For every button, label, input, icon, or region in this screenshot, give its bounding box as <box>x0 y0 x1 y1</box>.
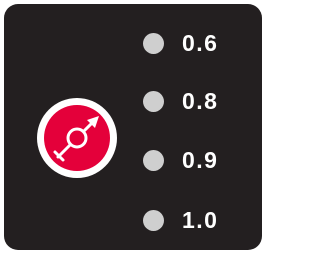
indicator-light <box>143 209 164 231</box>
option-0-6[interactable]: 0.6 <box>143 29 253 57</box>
flow-control-icon <box>53 116 99 162</box>
option-label: 0.8 <box>182 87 219 114</box>
indicator-light <box>143 90 164 112</box>
option-label: 0.6 <box>182 29 219 56</box>
selector-dial[interactable] <box>37 98 117 178</box>
indicator-light <box>143 32 164 54</box>
option-0-9[interactable]: 0.9 <box>143 146 253 174</box>
option-label: 1.0 <box>182 206 219 233</box>
option-0-8[interactable]: 0.8 <box>143 87 253 115</box>
option-label: 0.9 <box>182 146 219 173</box>
option-1-0[interactable]: 1.0 <box>143 206 253 234</box>
control-panel: 0.6 0.8 0.9 1.0 <box>4 4 262 250</box>
indicator-light <box>143 149 164 171</box>
